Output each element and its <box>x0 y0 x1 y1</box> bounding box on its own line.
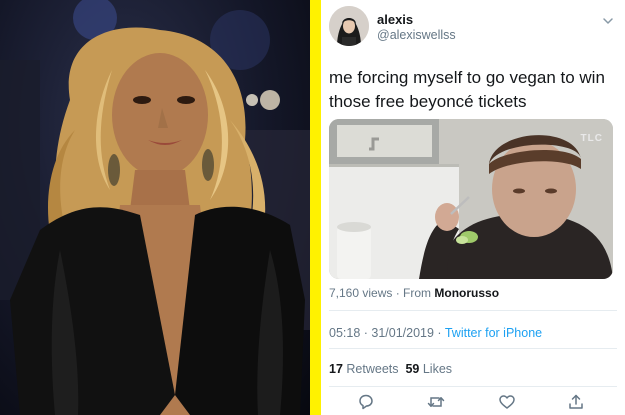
meta-separator: · <box>360 326 372 340</box>
views-separator: · <box>392 286 404 300</box>
tweet-card: alexis @alexiswellss me forcing myself t… <box>321 0 625 415</box>
video-frame <box>329 119 613 279</box>
tweet-video[interactable]: TLC <box>329 119 613 279</box>
tweet-time[interactable]: 05:18 <box>329 326 360 340</box>
tweet-text: me forcing myself to go vegan to win tho… <box>329 68 605 111</box>
photo-illustration <box>0 0 310 415</box>
avatar-image <box>329 6 369 46</box>
divider-line <box>329 310 617 311</box>
avatar[interactable] <box>329 6 369 46</box>
tlc-watermark: TLC <box>580 133 603 144</box>
from-label: From <box>403 286 435 300</box>
user-handle[interactable]: @alexiswellss <box>377 28 456 42</box>
chevron-down-icon[interactable] <box>601 14 615 28</box>
tweet-date[interactable]: 31/01/2019 <box>371 326 434 340</box>
display-name[interactable]: alexis <box>377 12 413 27</box>
celebrity-photo <box>0 0 310 415</box>
tweet-meta: 05:18 · 31/01/2019 · Twitter for iPhone <box>329 326 542 340</box>
retweets-label: Retweets <box>346 362 399 376</box>
reply-icon[interactable] <box>357 393 375 411</box>
meta-separator: · <box>433 326 445 340</box>
retweets-count: 17 <box>329 362 343 376</box>
divider-line <box>329 348 617 349</box>
retweets-stat[interactable]: 17 Retweets <box>329 362 399 376</box>
like-icon[interactable] <box>498 393 516 411</box>
likes-stat[interactable]: 59 Likes <box>405 362 452 376</box>
retweet-icon[interactable] <box>427 393 445 411</box>
tweet-stats: 17 Retweets 59 Likes <box>329 362 452 376</box>
likes-count: 59 <box>405 362 420 376</box>
views-count: 7,160 views <box>329 286 393 300</box>
yellow-divider <box>310 0 321 415</box>
likes-label: Likes <box>422 362 453 376</box>
tweet-actions <box>321 393 625 413</box>
tweet-client-link[interactable]: Twitter for iPhone <box>445 326 542 340</box>
share-icon[interactable] <box>567 393 585 411</box>
divider-line <box>329 386 617 387</box>
video-source-link[interactable]: Monorusso <box>434 286 499 300</box>
video-views: 7,160 views · From Monorusso <box>329 286 499 300</box>
